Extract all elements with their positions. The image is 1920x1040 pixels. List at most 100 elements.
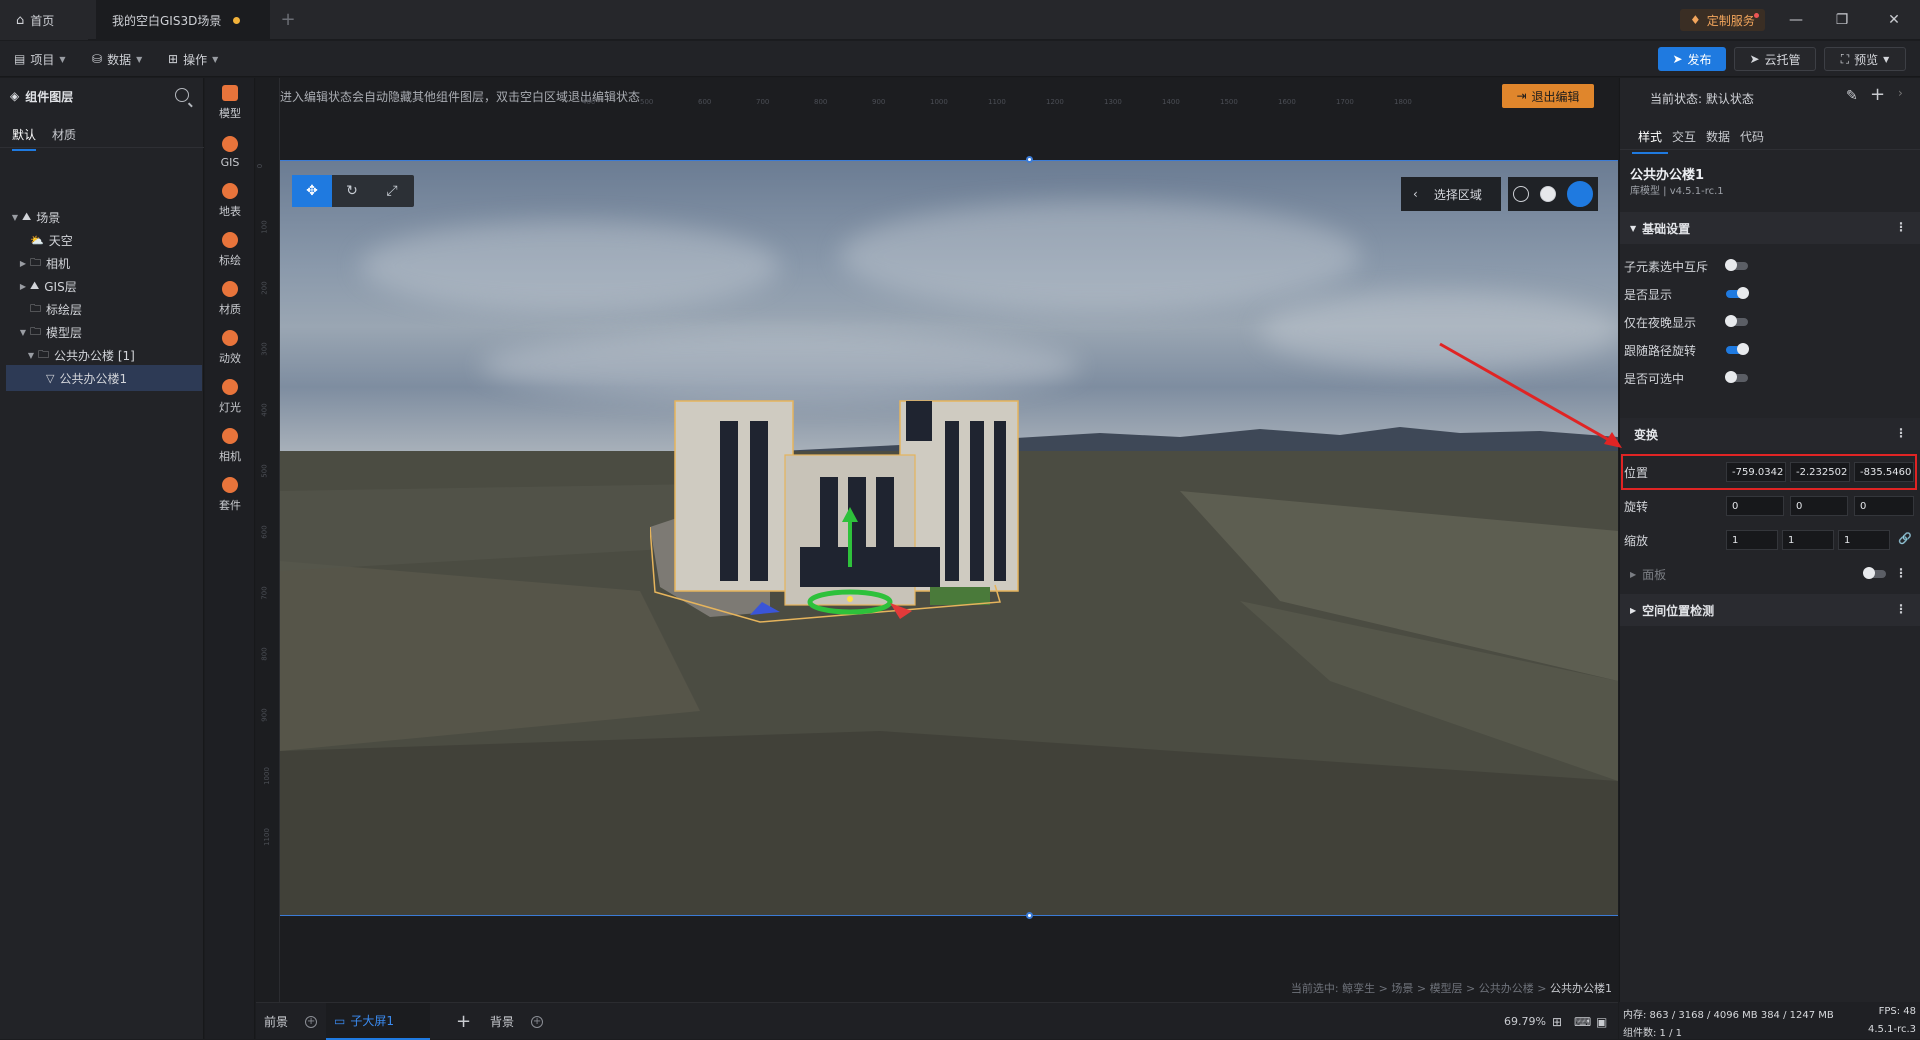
toggle-switch[interactable] bbox=[1726, 343, 1749, 355]
add-circle-icon[interactable]: + bbox=[531, 1015, 544, 1028]
move-icon[interactable]: ✥ bbox=[292, 175, 332, 207]
more-icon[interactable]: ⋮ bbox=[1895, 566, 1907, 580]
keyboard-icon[interactable]: ⌨ bbox=[1574, 1003, 1591, 1040]
current-state[interactable]: 当前状态: 默认状态 bbox=[1650, 90, 1754, 107]
tab-material[interactable]: 材质 bbox=[52, 126, 76, 143]
search-icon[interactable] bbox=[175, 88, 189, 102]
3d-viewport[interactable]: ✥ ↻ ⤢ ‹ 选择区域 bbox=[280, 160, 1618, 916]
caret-right-icon[interactable]: ▶ bbox=[18, 282, 28, 291]
office-building-model[interactable] bbox=[650, 397, 1030, 627]
tool-kit[interactable]: 套件 bbox=[205, 470, 255, 520]
more-icon[interactable]: ⋮ bbox=[1895, 220, 1907, 234]
orbit-icon[interactable] bbox=[1566, 181, 1593, 207]
resize-handle-bottom[interactable] bbox=[1026, 912, 1033, 919]
caret-down-icon[interactable]: ▼ bbox=[18, 328, 28, 337]
tool-effect[interactable]: 动效 bbox=[205, 323, 255, 373]
toggle-switch[interactable] bbox=[1725, 371, 1748, 383]
custom-service-button[interactable]: ♦ 定制服务 bbox=[1680, 9, 1765, 31]
publish-button[interactable]: ➤ 发布 bbox=[1658, 47, 1726, 71]
tool-gis[interactable]: GIS bbox=[205, 127, 255, 177]
rotation-z-input[interactable]: 0 bbox=[1854, 496, 1914, 516]
tab-style[interactable]: 样式 bbox=[1631, 128, 1669, 154]
tool-model[interactable]: 模型 bbox=[205, 78, 255, 128]
tool-terrain[interactable]: 地表 bbox=[205, 176, 255, 226]
solid-circle-icon[interactable] bbox=[1539, 186, 1556, 202]
chevron-right-icon[interactable]: › bbox=[1898, 86, 1903, 100]
resize-handle-top[interactable] bbox=[1026, 156, 1033, 163]
state-label: 当前状态: bbox=[1650, 92, 1703, 106]
chevron-left-icon[interactable]: ‹ bbox=[1413, 187, 1418, 201]
caret-down-icon[interactable]: ▼ bbox=[10, 213, 20, 222]
panel-toggle[interactable] bbox=[1863, 567, 1886, 579]
add-screen-button[interactable]: + bbox=[456, 1003, 471, 1040]
add-state-button[interactable]: + bbox=[1870, 84, 1885, 105]
section-basic-settings[interactable]: ▼ 基础设置 ⋮ bbox=[1620, 212, 1920, 244]
tab-home[interactable]: ⌂ 首页 bbox=[0, 0, 88, 40]
menu-data-label: 数据 bbox=[107, 52, 132, 67]
ruler-tick-label: 900 bbox=[260, 708, 269, 722]
tab-sub-screen[interactable]: ▭ 子大屏1 bbox=[326, 1003, 430, 1040]
caret-right-icon[interactable]: ▶ bbox=[18, 259, 28, 268]
tab-interaction[interactable]: 交互 bbox=[1672, 128, 1696, 145]
ruler-tick-label: 1000 bbox=[930, 98, 948, 106]
toggle-switch[interactable] bbox=[1725, 315, 1748, 327]
caret-down-icon[interactable]: ▼ bbox=[26, 351, 36, 360]
link-icon[interactable]: 🔗 bbox=[1898, 532, 1912, 545]
globe-icon[interactable] bbox=[1513, 186, 1530, 202]
minimize-button[interactable]: — bbox=[1786, 10, 1806, 30]
chevron-down-icon: ▼ bbox=[1883, 54, 1890, 64]
edit-icon[interactable]: ✎ bbox=[1846, 88, 1858, 104]
rotate-icon[interactable]: ↻ bbox=[332, 175, 372, 207]
close-button[interactable]: ✕ bbox=[1884, 10, 1904, 30]
scale-z-input[interactable]: 1 bbox=[1838, 530, 1890, 550]
tool-marker[interactable]: 标绘 bbox=[205, 225, 255, 275]
ruler-tick-label: 800 bbox=[260, 647, 269, 661]
toggle-switch[interactable] bbox=[1726, 287, 1749, 299]
menu-operation[interactable]: ⊞ 操作 ▼ bbox=[168, 49, 218, 69]
tab-scene[interactable]: 我的空白GIS3D场景 bbox=[96, 0, 270, 40]
tab-background[interactable]: 背景 + bbox=[490, 1003, 544, 1040]
tab-foreground[interactable]: 前景 + bbox=[264, 1003, 318, 1040]
tab-data[interactable]: 数据 bbox=[1706, 128, 1730, 145]
fit-screen-icon[interactable]: ⊞ bbox=[1552, 1003, 1562, 1040]
preview-button[interactable]: ⛶ 预览 ▼ bbox=[1824, 47, 1906, 71]
restore-button[interactable]: ❐ bbox=[1832, 10, 1852, 30]
rotation-x-input[interactable]: 0 bbox=[1726, 496, 1784, 516]
zoom-level[interactable]: 69.79% bbox=[1504, 1003, 1546, 1040]
toggle-row: 子元素选中互斥 bbox=[1620, 252, 1920, 280]
cubes-icon: ⛰ bbox=[22, 210, 32, 223]
grid-icon: ⊞ bbox=[168, 52, 179, 66]
breadcrumb-item[interactable]: 场景 bbox=[1391, 982, 1413, 995]
scale-icon[interactable]: ⤢ bbox=[372, 175, 412, 207]
scale-y-input[interactable]: 1 bbox=[1782, 530, 1834, 550]
breadcrumb-item[interactable]: 模型层 bbox=[1430, 982, 1463, 995]
tool-light[interactable]: 灯光 bbox=[205, 372, 255, 422]
rotation-y-input[interactable]: 0 bbox=[1790, 496, 1848, 516]
model-icon: ▽ bbox=[46, 371, 55, 385]
more-icon[interactable]: ⋮ bbox=[1895, 602, 1907, 616]
select-region-panel[interactable]: ‹ 选择区域 bbox=[1401, 177, 1501, 211]
tree-item[interactable]: ▽ 公共办公楼1 bbox=[6, 365, 202, 391]
background-label: 背景 bbox=[490, 1015, 515, 1029]
exit-edit-button[interactable]: ⇥ 退出编辑 bbox=[1502, 84, 1594, 108]
add-circle-icon[interactable]: + bbox=[305, 1015, 318, 1028]
add-tab-button[interactable]: + bbox=[278, 10, 298, 30]
tab-code[interactable]: 代码 bbox=[1740, 128, 1764, 145]
tab-default[interactable]: 默认 bbox=[12, 126, 37, 151]
section-transform[interactable]: 变换 ⋮ bbox=[1620, 418, 1920, 450]
scale-x-input[interactable]: 1 bbox=[1726, 530, 1778, 550]
tool-camera[interactable]: 相机 bbox=[205, 421, 255, 471]
cloud-host-button[interactable]: ➤ 云托管 bbox=[1734, 47, 1816, 71]
status-bar: 内存: 863 / 3168 / 4096 MB 384 / 1247 MB F… bbox=[1619, 1002, 1920, 1039]
section-panel[interactable]: ▶ 面板 ⋮ bbox=[1620, 558, 1920, 590]
section-spatial-detect[interactable]: ▶ 空间位置检测 ⋮ bbox=[1620, 594, 1920, 626]
more-icon[interactable]: ⋮ bbox=[1895, 426, 1907, 440]
toggle-switch[interactable] bbox=[1725, 259, 1748, 271]
layer-panel-header: ◈ 组件图层 bbox=[0, 78, 204, 114]
terminal-icon[interactable]: ▣ bbox=[1596, 1003, 1607, 1040]
tool-material[interactable]: 材质 bbox=[205, 274, 255, 324]
menu-project[interactable]: ▤ 项目 ▼ bbox=[14, 49, 66, 69]
breadcrumb-item[interactable]: 鲸孪生 bbox=[1342, 982, 1375, 995]
breadcrumb-item[interactable]: 公共办公楼 bbox=[1479, 982, 1534, 995]
menu-data[interactable]: ⛁ 数据 ▼ bbox=[92, 49, 142, 69]
